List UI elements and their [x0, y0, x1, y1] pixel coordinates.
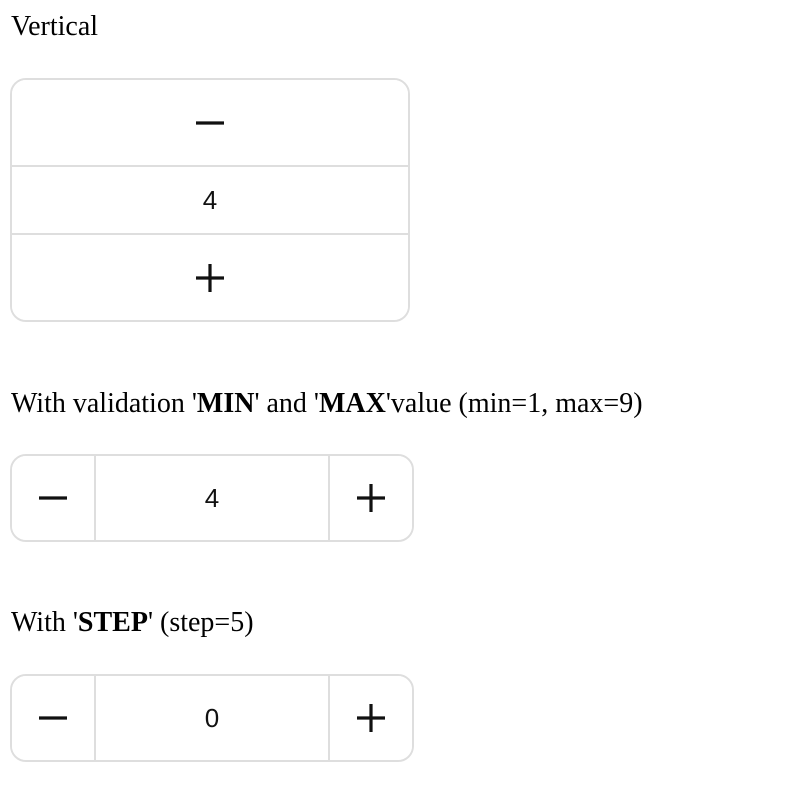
minmax-value[interactable]: 4 — [94, 456, 330, 540]
minmax-label-part-5: 'value (min=1, max=9) — [385, 388, 643, 419]
step-label-part-3: ' (step=5) — [147, 607, 254, 638]
minus-icon — [39, 716, 67, 720]
minmax-label-part-3: ' and ' — [254, 388, 319, 419]
step-stepper: 0 — [10, 674, 414, 762]
step-label: With 'STEP' (step=5) — [11, 607, 254, 639]
vertical-label: Vertical — [11, 11, 99, 42]
vertical-increment-button[interactable] — [12, 235, 408, 320]
minmax-label-min: MIN — [196, 388, 255, 419]
minus-icon — [196, 120, 224, 125]
vertical-decrement-button[interactable] — [12, 80, 408, 165]
minmax-label-max: MAX — [318, 388, 386, 419]
vertical-stepper: 4 — [10, 78, 410, 322]
minmax-increment-button[interactable] — [330, 456, 412, 540]
plus-icon — [196, 263, 224, 292]
step-label-part-1: With ' — [11, 607, 78, 638]
plus-icon — [357, 704, 385, 732]
step-increment-button[interactable] — [330, 676, 412, 760]
minus-icon — [39, 496, 67, 500]
plus-icon — [357, 484, 385, 512]
step-label-step: STEP — [77, 607, 148, 638]
minmax-label: With validation 'MIN' and 'MAX'value (mi… — [11, 388, 643, 420]
step-value[interactable]: 0 — [94, 676, 330, 760]
minmax-stepper: 4 — [10, 454, 414, 542]
minmax-decrement-button[interactable] — [12, 456, 94, 540]
minmax-label-part-1: With validation ' — [11, 388, 197, 419]
step-decrement-button[interactable] — [12, 676, 94, 760]
vertical-value[interactable]: 4 — [12, 165, 408, 235]
